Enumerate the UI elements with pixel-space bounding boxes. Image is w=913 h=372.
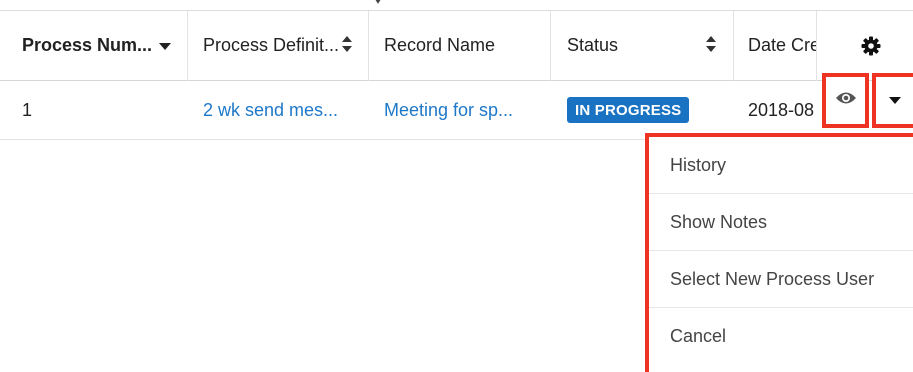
- column-header-date-created[interactable]: Date Cre: [748, 11, 816, 80]
- row-actions-dropdown-button[interactable]: [872, 73, 913, 128]
- menu-item-show-notes[interactable]: Show Notes: [649, 194, 913, 251]
- column-header-status[interactable]: Status: [567, 11, 667, 80]
- sort-both-icon[interactable]: [340, 34, 354, 54]
- column-separator: [550, 11, 551, 81]
- column-separator: [368, 11, 369, 81]
- cell-status: IN PROGRESS: [567, 81, 717, 139]
- column-separator: [187, 11, 188, 81]
- eye-icon: [835, 91, 857, 110]
- menu-item-history[interactable]: History: [649, 137, 913, 194]
- table-header-row: Process Num... Process Definit... Record…: [0, 11, 913, 81]
- sort-desc-icon[interactable]: [158, 41, 172, 51]
- column-header-record-name[interactable]: Record Name: [384, 11, 534, 80]
- cell-date-created: 2018-08: [748, 99, 815, 120]
- gear-icon[interactable]: [861, 36, 881, 56]
- row-actions-menu: History Show Notes Select New Process Us…: [645, 133, 913, 372]
- column-header-label: Record Name: [384, 35, 496, 55]
- sort-both-icon[interactable]: [704, 34, 718, 54]
- menu-item-cancel[interactable]: Cancel: [649, 308, 913, 365]
- cut-off-glyph: [375, 0, 381, 4]
- process-list-view: Process Num... Process Definit... Record…: [0, 0, 913, 372]
- column-header-label: Process Num...: [22, 35, 153, 55]
- cell-process-number: 1: [22, 99, 33, 120]
- menu-item-select-new-process-user[interactable]: Select New Process User: [649, 251, 913, 308]
- column-header-process-definition[interactable]: Process Definit...: [203, 11, 340, 80]
- cell-process-definition-link[interactable]: 2 wk send mes...: [203, 81, 353, 139]
- column-header-label: Status: [567, 35, 619, 55]
- preview-button[interactable]: [822, 73, 869, 128]
- status-badge: IN PROGRESS: [567, 97, 690, 123]
- column-header-label: Process Definit...: [203, 35, 340, 55]
- column-separator: [733, 11, 734, 81]
- column-header-process-number[interactable]: Process Num...: [22, 11, 154, 80]
- column-separator: [816, 11, 817, 81]
- caret-down-icon: [888, 92, 902, 110]
- column-header-label: Date Cre: [748, 35, 816, 55]
- cell-record-name-link[interactable]: Meeting for sp...: [384, 81, 544, 139]
- table-row[interactable]: 1 2 wk send mes... Meeting for sp... IN …: [0, 81, 913, 140]
